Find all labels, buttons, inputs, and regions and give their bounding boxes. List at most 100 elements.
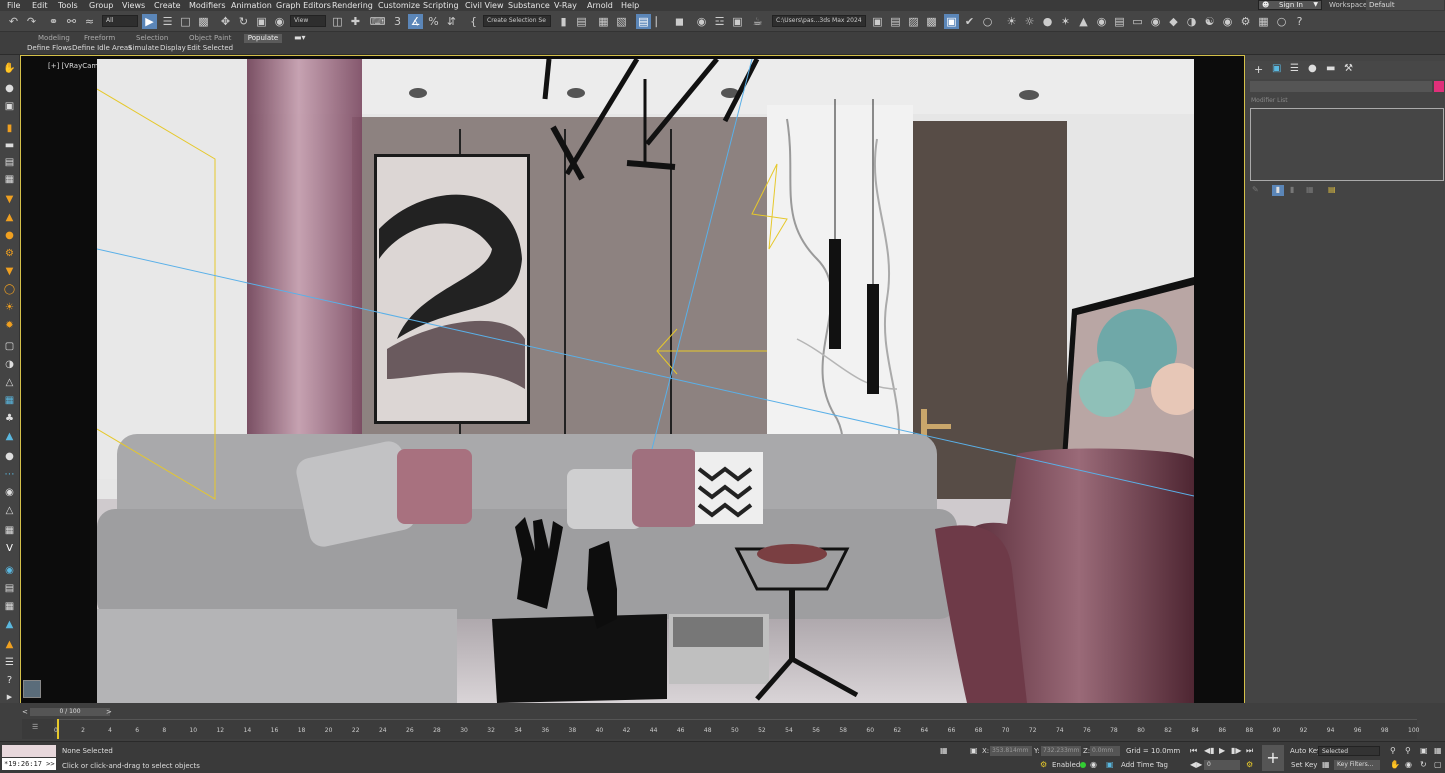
- scale-icon[interactable]: ▣: [254, 14, 269, 29]
- rectangular-selection-icon[interactable]: □: [178, 14, 193, 29]
- pan-view-icon[interactable]: ✋: [1390, 760, 1400, 769]
- ribbon-options-icon[interactable]: ▬▾: [294, 33, 306, 42]
- define-idle-areas-button[interactable]: Define Idle Areas: [72, 44, 132, 52]
- sign-in-button[interactable]: ☻ Sign In ▼: [1258, 0, 1322, 10]
- reference-coordinate-dropdown[interactable]: View: [290, 15, 326, 27]
- simulate-button[interactable]: Simulate: [128, 44, 159, 52]
- default-in-out-tangents-icon[interactable]: ▦: [1322, 760, 1330, 769]
- time-configuration-icon[interactable]: ⚙: [1246, 760, 1253, 769]
- schematic-view-icon[interactable]: ◼: [672, 14, 687, 29]
- named-selection-sets-dropdown[interactable]: Create Selection Se: [483, 15, 551, 27]
- render-setup-icon[interactable]: ☲: [712, 14, 727, 29]
- menu-substance[interactable]: Substance: [508, 0, 550, 11]
- vray-settings-icon[interactable]: ⚙: [1238, 14, 1253, 29]
- menu-rendering[interactable]: Rendering: [332, 0, 373, 11]
- material-sphere-icon[interactable]: ◑: [3, 359, 16, 371]
- percent-snap-icon[interactable]: %: [426, 14, 441, 29]
- info-icon[interactable]: ?: [3, 675, 16, 687]
- menu-graph-editors[interactable]: Graph Editors: [276, 0, 331, 11]
- workspaces-dropdown[interactable]: Default: [1366, 0, 1444, 10]
- tab-selection[interactable]: Selection: [136, 34, 168, 42]
- menu-edit[interactable]: Edit: [32, 0, 48, 11]
- tab-modeling[interactable]: Modeling: [38, 34, 70, 42]
- material-editor-icon[interactable]: ◉: [694, 14, 709, 29]
- vray-logo-icon[interactable]: V: [3, 543, 16, 555]
- motion-tab-icon[interactable]: ●: [1308, 63, 1317, 74]
- go-to-end-icon[interactable]: ⏭: [1246, 746, 1253, 756]
- window-crossing-icon[interactable]: ▩: [196, 14, 211, 29]
- time-display[interactable]: *19:26:17 >>: [2, 758, 56, 770]
- vray-mesh-icon[interactable]: ◆: [1166, 14, 1181, 29]
- rotate-icon[interactable]: ↻: [236, 14, 251, 29]
- time-tag-box-icon[interactable]: ▣: [1106, 760, 1114, 769]
- dome-icon[interactable]: ▲: [3, 212, 16, 224]
- orbit-icon[interactable]: ↻: [1420, 760, 1427, 769]
- remove-modifier-icon[interactable]: ▦: [1306, 185, 1314, 194]
- forest-icon[interactable]: ◉: [3, 565, 16, 577]
- vray-light-icon[interactable]: ☀: [1004, 14, 1019, 29]
- y-coordinate-field[interactable]: 732.233mm: [1041, 746, 1081, 756]
- expand-icon[interactable]: ▶: [3, 691, 16, 703]
- archive-icon[interactable]: ▩: [924, 14, 939, 29]
- add-time-tag-label[interactable]: Add Time Tag: [1121, 761, 1168, 769]
- show-end-result-icon[interactable]: ▮: [1272, 185, 1284, 196]
- vray-material-icon[interactable]: ◑: [1184, 14, 1199, 29]
- toggle-ribbon-icon[interactable]: ▤: [636, 14, 651, 29]
- vray-ambient-icon[interactable]: ▲: [1076, 14, 1091, 29]
- set-project-folder-icon[interactable]: ▣: [870, 14, 885, 29]
- object-color-swatch[interactable]: [1434, 81, 1444, 92]
- time-tag-icon[interactable]: ◉: [1090, 760, 1097, 769]
- current-frame-field[interactable]: 0: [1204, 760, 1240, 770]
- place-icon[interactable]: ◉: [272, 14, 287, 29]
- redo-icon[interactable]: ↷: [24, 14, 39, 29]
- menu-views[interactable]: Views: [122, 0, 145, 11]
- set-keys-plus-icon[interactable]: +: [1262, 745, 1284, 771]
- menu-group[interactable]: Group: [89, 0, 113, 11]
- prev-frame-icon[interactable]: <: [22, 708, 28, 716]
- key-filters-button[interactable]: Key Filters...: [1334, 760, 1380, 770]
- text-icon[interactable]: ▤: [3, 157, 16, 169]
- viewport-layout-icon[interactable]: ▦: [1256, 14, 1271, 29]
- sphere-icon[interactable]: ●: [3, 230, 16, 242]
- fire-icon[interactable]: ▲: [3, 639, 16, 651]
- vray-sphere-icon[interactable]: ◉: [1148, 14, 1163, 29]
- undo-icon[interactable]: ↶: [6, 14, 21, 29]
- pivot-icon[interactable]: ▲: [3, 619, 16, 631]
- layer-explorer-icon[interactable]: ▧: [614, 14, 629, 29]
- fur-icon[interactable]: ▦: [3, 395, 16, 407]
- edit-named-selection-icon[interactable]: {: [466, 14, 481, 29]
- create-tab-icon[interactable]: +: [1254, 63, 1263, 76]
- lock-selection-icon[interactable]: ▣: [970, 746, 978, 755]
- gear-icon[interactable]: ⚙: [3, 248, 16, 260]
- zoom-all-icon[interactable]: ⚲: [1405, 746, 1411, 755]
- sun-icon[interactable]: ☀: [3, 302, 16, 314]
- next-frame-button-icon[interactable]: ▮▶: [1231, 746, 1242, 755]
- maximize-viewport-icon[interactable]: ▢: [1434, 760, 1442, 769]
- make-unique-icon[interactable]: ▮: [1290, 185, 1294, 194]
- key-mode-dropdown[interactable]: Selected: [1318, 746, 1380, 756]
- select-object-icon[interactable]: ▶: [142, 14, 157, 29]
- viewport[interactable]: [+] [VRayCam001] [Standard] [Flat Color]…: [20, 55, 1245, 706]
- utilities-tab-icon[interactable]: ⚒: [1344, 63, 1353, 74]
- particles-icon[interactable]: ⋯: [3, 469, 16, 481]
- previous-frame-icon[interactable]: ◀▮: [1204, 746, 1215, 755]
- configure-modifier-sets-icon[interactable]: ▤: [1328, 185, 1336, 194]
- vray-frame-buffer-icon[interactable]: ▣: [944, 14, 959, 29]
- angle-snap-icon[interactable]: ∡: [408, 14, 423, 29]
- lamp-icon[interactable]: ▼: [3, 266, 16, 278]
- next-frame-icon[interactable]: >: [106, 708, 112, 716]
- menu-animation[interactable]: Animation: [231, 0, 272, 11]
- render-production-icon[interactable]: ☕: [750, 14, 765, 29]
- menu-modifiers[interactable]: Modifiers: [189, 0, 226, 11]
- pin-stack-icon[interactable]: ✎: [1252, 185, 1259, 194]
- water-icon[interactable]: △: [3, 505, 16, 517]
- field-of-view-icon[interactable]: ▦: [1434, 746, 1442, 755]
- isolate-icon[interactable]: ▦: [940, 746, 948, 755]
- unlink-icon[interactable]: ⚯: [64, 14, 79, 29]
- cylinder-icon[interactable]: ▮: [3, 123, 16, 135]
- vray-plane-icon[interactable]: ▭: [1130, 14, 1145, 29]
- menu-arnold[interactable]: Arnold: [587, 0, 613, 11]
- zoom-icon[interactable]: ⚲: [1390, 746, 1396, 755]
- walk-through-icon[interactable]: ◉: [1405, 760, 1412, 769]
- scene-explorer-icon[interactable]: ▦: [596, 14, 611, 29]
